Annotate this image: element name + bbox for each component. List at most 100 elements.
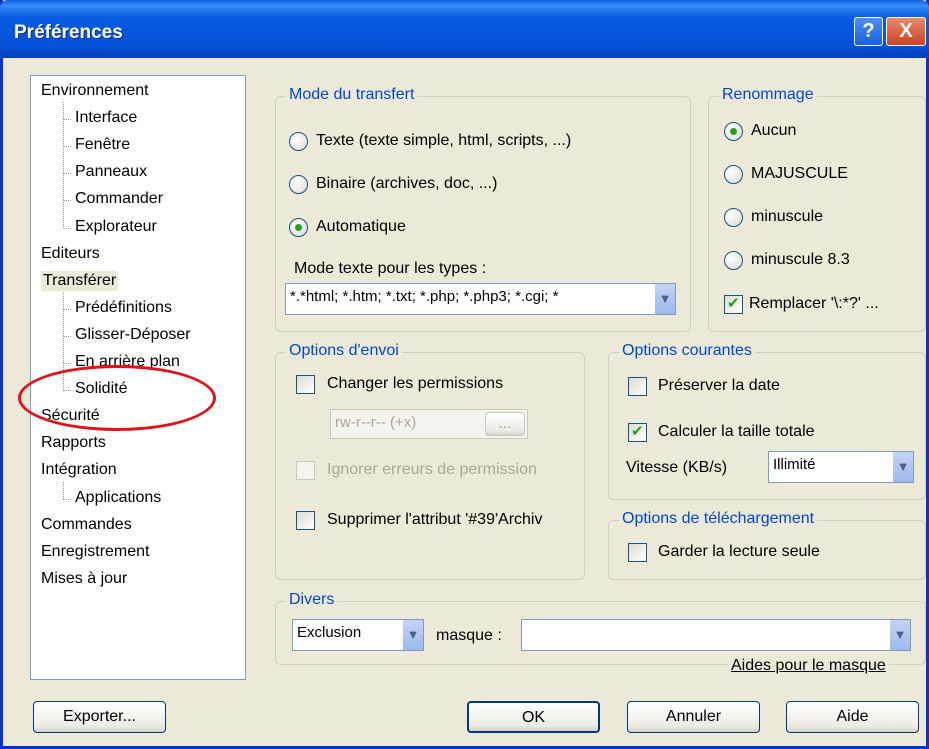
tree-connector	[63, 119, 64, 147]
rename-lower83-label[interactable]: minuscule 8.3	[751, 250, 850, 270]
tree-connector	[63, 119, 71, 121]
mask-help-link[interactable]: Aides pour le masque	[728, 656, 889, 676]
tree-connector	[63, 308, 71, 310]
transfer-mode-legend: Mode du transfert	[286, 86, 418, 104]
change-perms-label[interactable]: Changer les permissions	[327, 374, 503, 394]
common-options-group: Options courantes Préserver la date Calc…	[608, 342, 926, 500]
perms-value: rw-r--r-- (+x)	[335, 414, 417, 431]
annotation-circle	[18, 365, 216, 431]
text-mode-label[interactable]: Texte (texte simple, html, scripts, ...)	[316, 131, 571, 151]
calc-total-checkbox[interactable]	[628, 422, 647, 442]
change-perms-checkbox[interactable]	[296, 375, 315, 394]
help-icon[interactable]: ?	[854, 17, 883, 46]
radio-rename-lower[interactable]	[724, 208, 743, 227]
tree-connector	[63, 363, 71, 364]
perms-field[interactable]: rw-r--r-- (+x) ...	[330, 409, 528, 439]
radio-rename-upper[interactable]	[724, 165, 743, 184]
calc-total-label[interactable]: Calculer la taille totale	[658, 422, 815, 442]
close-icon[interactable]: X	[886, 17, 926, 46]
tree-connector	[63, 308, 64, 336]
tree-item[interactable]: Transférer	[41, 270, 119, 291]
chevron-down-icon[interactable]: ▼	[892, 452, 913, 482]
radio-text-mode[interactable]	[289, 132, 308, 151]
speed-value: Illimité	[773, 456, 816, 473]
rename-none-label[interactable]: Aucun	[751, 121, 796, 141]
tree-connector	[63, 335, 64, 363]
mask-label: masque :	[436, 627, 502, 644]
tree-connector	[63, 481, 64, 499]
rename-legend: Renommage	[719, 86, 817, 104]
send-options-legend: Options d'envoi	[286, 342, 402, 360]
tree-connector	[63, 200, 71, 202]
download-options-group: Options de téléchargement Garder la lect…	[608, 510, 926, 580]
send-options-group: Options d'envoi Changer les permissions …	[275, 342, 585, 580]
remove-archive-checkbox[interactable]	[296, 511, 315, 530]
cancel-button[interactable]: Annuler	[627, 701, 760, 733]
tree-connector	[63, 498, 71, 500]
tree-connector	[63, 335, 71, 337]
tree-item[interactable]: Explorateur	[75, 217, 157, 237]
tree-connector	[63, 146, 71, 148]
preferences-window: Préférences ? X Environnement Interface Fe…	[0, 0, 929, 749]
misc-legend: Divers	[286, 591, 338, 609]
radio-auto-mode[interactable]	[289, 218, 308, 237]
tree-item[interactable]: Fenêtre	[75, 135, 130, 155]
radio-binary-mode[interactable]	[289, 175, 308, 194]
tree-item[interactable]: Interface	[75, 108, 137, 128]
tree-item[interactable]: Prédéfinitions	[75, 298, 172, 318]
text-types-combo[interactable]: *.*html; *.htm; *.txt; *.php; *.php3; *.…	[285, 283, 676, 315]
tree-item[interactable]: Commander	[75, 189, 163, 209]
types-label: Mode texte pour les types :	[294, 260, 487, 277]
tree-connector	[63, 200, 64, 228]
rename-group: Renommage Aucun MAJUSCULE minuscule minu…	[708, 86, 926, 332]
keep-readonly-checkbox[interactable]	[628, 543, 647, 562]
ok-button[interactable]: OK	[467, 701, 600, 733]
tree-item[interactable]: Editeurs	[41, 244, 100, 264]
preserve-date-label[interactable]: Préserver la date	[658, 376, 780, 396]
radio-rename-lower83[interactable]	[724, 251, 743, 270]
transfer-mode-group: Mode du transfert Texte (texte simple, h…	[275, 86, 691, 332]
replace-label[interactable]: Remplacer '\:*?' ...	[749, 294, 879, 314]
tree-item[interactable]: Enregistrement	[41, 542, 150, 562]
speed-label: Vitesse (KB/s)	[626, 459, 728, 476]
rename-upper-label[interactable]: MAJUSCULE	[751, 164, 848, 184]
chevron-down-icon[interactable]: ▼	[654, 284, 675, 314]
tree-item[interactable]: Glisser-Déposer	[75, 325, 191, 345]
rename-lower-label[interactable]: minuscule	[751, 207, 823, 227]
mask-combo[interactable]: ▼	[521, 619, 911, 651]
perms-browse-button[interactable]: ...	[485, 412, 525, 436]
remove-archive-label[interactable]: Supprimer l'attribut '#39'Archiv	[327, 510, 542, 530]
tree-item[interactable]: Intégration	[41, 460, 117, 480]
chevron-down-icon[interactable]: ▼	[889, 620, 910, 650]
keep-readonly-label[interactable]: Garder la lecture seule	[658, 542, 820, 562]
tree-connector	[63, 173, 64, 201]
download-options-legend: Options de téléchargement	[619, 510, 818, 528]
tree-item[interactable]: Rapports	[41, 433, 106, 453]
replace-checkbox[interactable]	[724, 294, 743, 314]
ignore-errors-checkbox[interactable]	[296, 461, 315, 480]
auto-mode-label[interactable]: Automatique	[316, 217, 406, 237]
radio-rename-none[interactable]	[724, 122, 743, 141]
tree-item[interactable]: Commandes	[41, 515, 132, 535]
ignore-errors-label[interactable]: Ignorer erreurs de permission	[327, 460, 537, 480]
window-title: Préférences	[14, 22, 123, 43]
help-button[interactable]: Aide	[786, 701, 919, 733]
tree-item[interactable]: Panneaux	[75, 162, 147, 182]
preserve-date-checkbox[interactable]	[628, 377, 647, 396]
title-bar[interactable]: Préférences ? X	[0, 0, 929, 58]
tree-connector	[63, 102, 64, 120]
tree-connector	[63, 173, 71, 175]
tree-connector	[63, 291, 64, 309]
tree-item[interactable]: Environnement	[41, 81, 149, 101]
speed-select[interactable]: Illimité ▼	[768, 451, 914, 483]
tree-item[interactable]: Mises à jour	[41, 569, 127, 589]
text-types-value: *.*html; *.htm; *.txt; *.php; *.php3; *.…	[290, 288, 559, 305]
exclusion-select[interactable]: Exclusion ▼	[292, 619, 424, 651]
export-button[interactable]: Exporter...	[33, 701, 166, 733]
tree-connector	[63, 146, 64, 174]
binary-mode-label[interactable]: Binaire (archives, doc, ...)	[316, 174, 497, 194]
chevron-down-icon[interactable]: ▼	[402, 620, 423, 650]
common-options-legend: Options courantes	[619, 342, 755, 360]
tree-item[interactable]: Applications	[75, 488, 161, 508]
tree-connector	[63, 227, 71, 229]
